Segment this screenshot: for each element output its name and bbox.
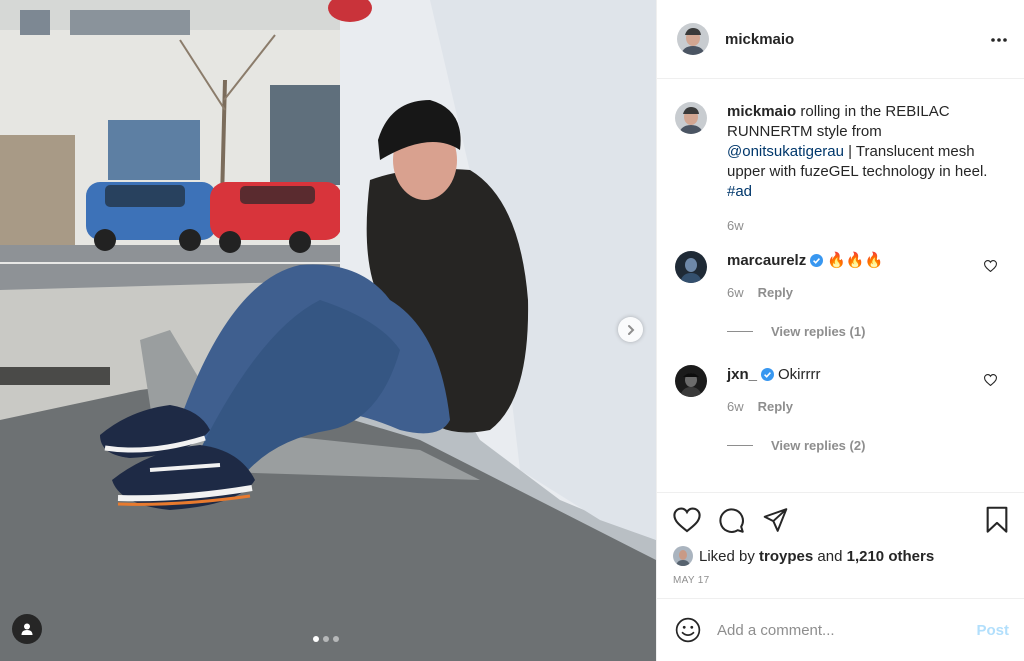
comment-text: Okirrrr — [778, 366, 821, 383]
user-tag-icon — [21, 623, 33, 635]
comment-item: marcaurelz 🔥🔥🔥 6w Reply View replies (1) — [675, 251, 1009, 339]
post-comment-button[interactable]: Post — [976, 622, 1009, 639]
like-comment-button[interactable] — [983, 259, 998, 277]
post-photo[interactable] — [0, 0, 656, 661]
heart-icon — [983, 374, 998, 387]
comment-item: jxn_ Okirrrr 6w Reply View replies (2) — [675, 365, 1009, 453]
caption: mickmaio rolling in the REBILAC RUNNERTM… — [675, 102, 1009, 233]
commenter-avatar[interactable] — [675, 365, 707, 397]
caption-mention-link[interactable]: @onitsukatigerau — [727, 143, 844, 160]
view-replies-label: View replies (1) — [771, 324, 866, 339]
comment-timestamp[interactable]: 6w — [727, 399, 744, 414]
post-sidebar: mickmaio mickmaio rolling in the REBILAC… — [656, 0, 1024, 661]
chevron-right-icon — [627, 324, 634, 335]
post-image — [0, 0, 656, 661]
save-button[interactable] — [985, 506, 1009, 534]
bookmark-icon — [986, 506, 1008, 533]
emoji-button[interactable] — [675, 617, 701, 643]
comment-text: 🔥🔥🔥 — [827, 252, 884, 269]
divider — [727, 331, 753, 332]
author-username[interactable]: mickmaio — [725, 31, 794, 48]
heart-icon — [673, 507, 701, 533]
post-date[interactable]: MAY 17 — [673, 575, 1009, 586]
reply-button[interactable]: Reply — [758, 399, 793, 414]
divider — [727, 445, 753, 446]
author-avatar[interactable] — [677, 23, 709, 55]
likes-prefix: Liked by — [699, 547, 755, 565]
comment-username[interactable]: jxn_ — [727, 366, 757, 383]
caption-username[interactable]: mickmaio — [727, 103, 796, 120]
add-comment-bar: Post — [657, 598, 1024, 661]
liker-username[interactable]: troypes — [759, 548, 813, 565]
carousel-dot — [313, 636, 319, 642]
emoji-icon — [675, 617, 701, 643]
author-avatar[interactable] — [675, 102, 707, 134]
comment-username[interactable]: marcaurelz — [727, 252, 806, 269]
verified-icon — [761, 368, 775, 381]
share-icon — [763, 508, 788, 532]
view-replies-button[interactable]: View replies (1) — [727, 324, 987, 339]
likes-summary[interactable]: Liked by troypes and 1,210 others — [673, 546, 1009, 566]
comment-timestamp[interactable]: 6w — [727, 285, 744, 300]
verified-icon — [810, 254, 824, 267]
carousel-indicator — [313, 636, 339, 642]
view-replies-button[interactable]: View replies (2) — [727, 438, 987, 453]
tagged-users-button[interactable] — [12, 614, 42, 644]
caption-hashtag-link[interactable]: #ad — [727, 183, 752, 200]
more-options-button[interactable] — [990, 30, 1008, 48]
heart-icon — [983, 260, 998, 273]
reply-button[interactable]: Reply — [758, 285, 793, 300]
carousel-dot — [323, 636, 329, 642]
view-replies-label: View replies (2) — [771, 438, 866, 453]
more-options-icon — [991, 38, 1007, 42]
comment-icon — [719, 507, 744, 533]
post-header: mickmaio — [657, 0, 1024, 79]
likes-middle: and — [817, 547, 843, 565]
post-actions: Liked by troypes and 1,210 others MAY 17 — [657, 492, 1024, 598]
next-image-button[interactable] — [618, 317, 643, 342]
comment-button[interactable] — [718, 507, 745, 534]
comments-list: mickmaio rolling in the REBILAC RUNNERTM… — [657, 80, 1024, 492]
liker-avatar — [673, 546, 693, 566]
caption-timestamp[interactable]: 6w — [727, 218, 744, 233]
share-button[interactable] — [762, 507, 789, 533]
carousel-dot — [333, 636, 339, 642]
likes-count-link[interactable]: 1,210 others — [847, 548, 935, 565]
like-comment-button[interactable] — [983, 373, 998, 391]
like-button[interactable] — [673, 507, 701, 533]
comment-input[interactable] — [717, 621, 957, 639]
commenter-avatar[interactable] — [675, 251, 707, 283]
